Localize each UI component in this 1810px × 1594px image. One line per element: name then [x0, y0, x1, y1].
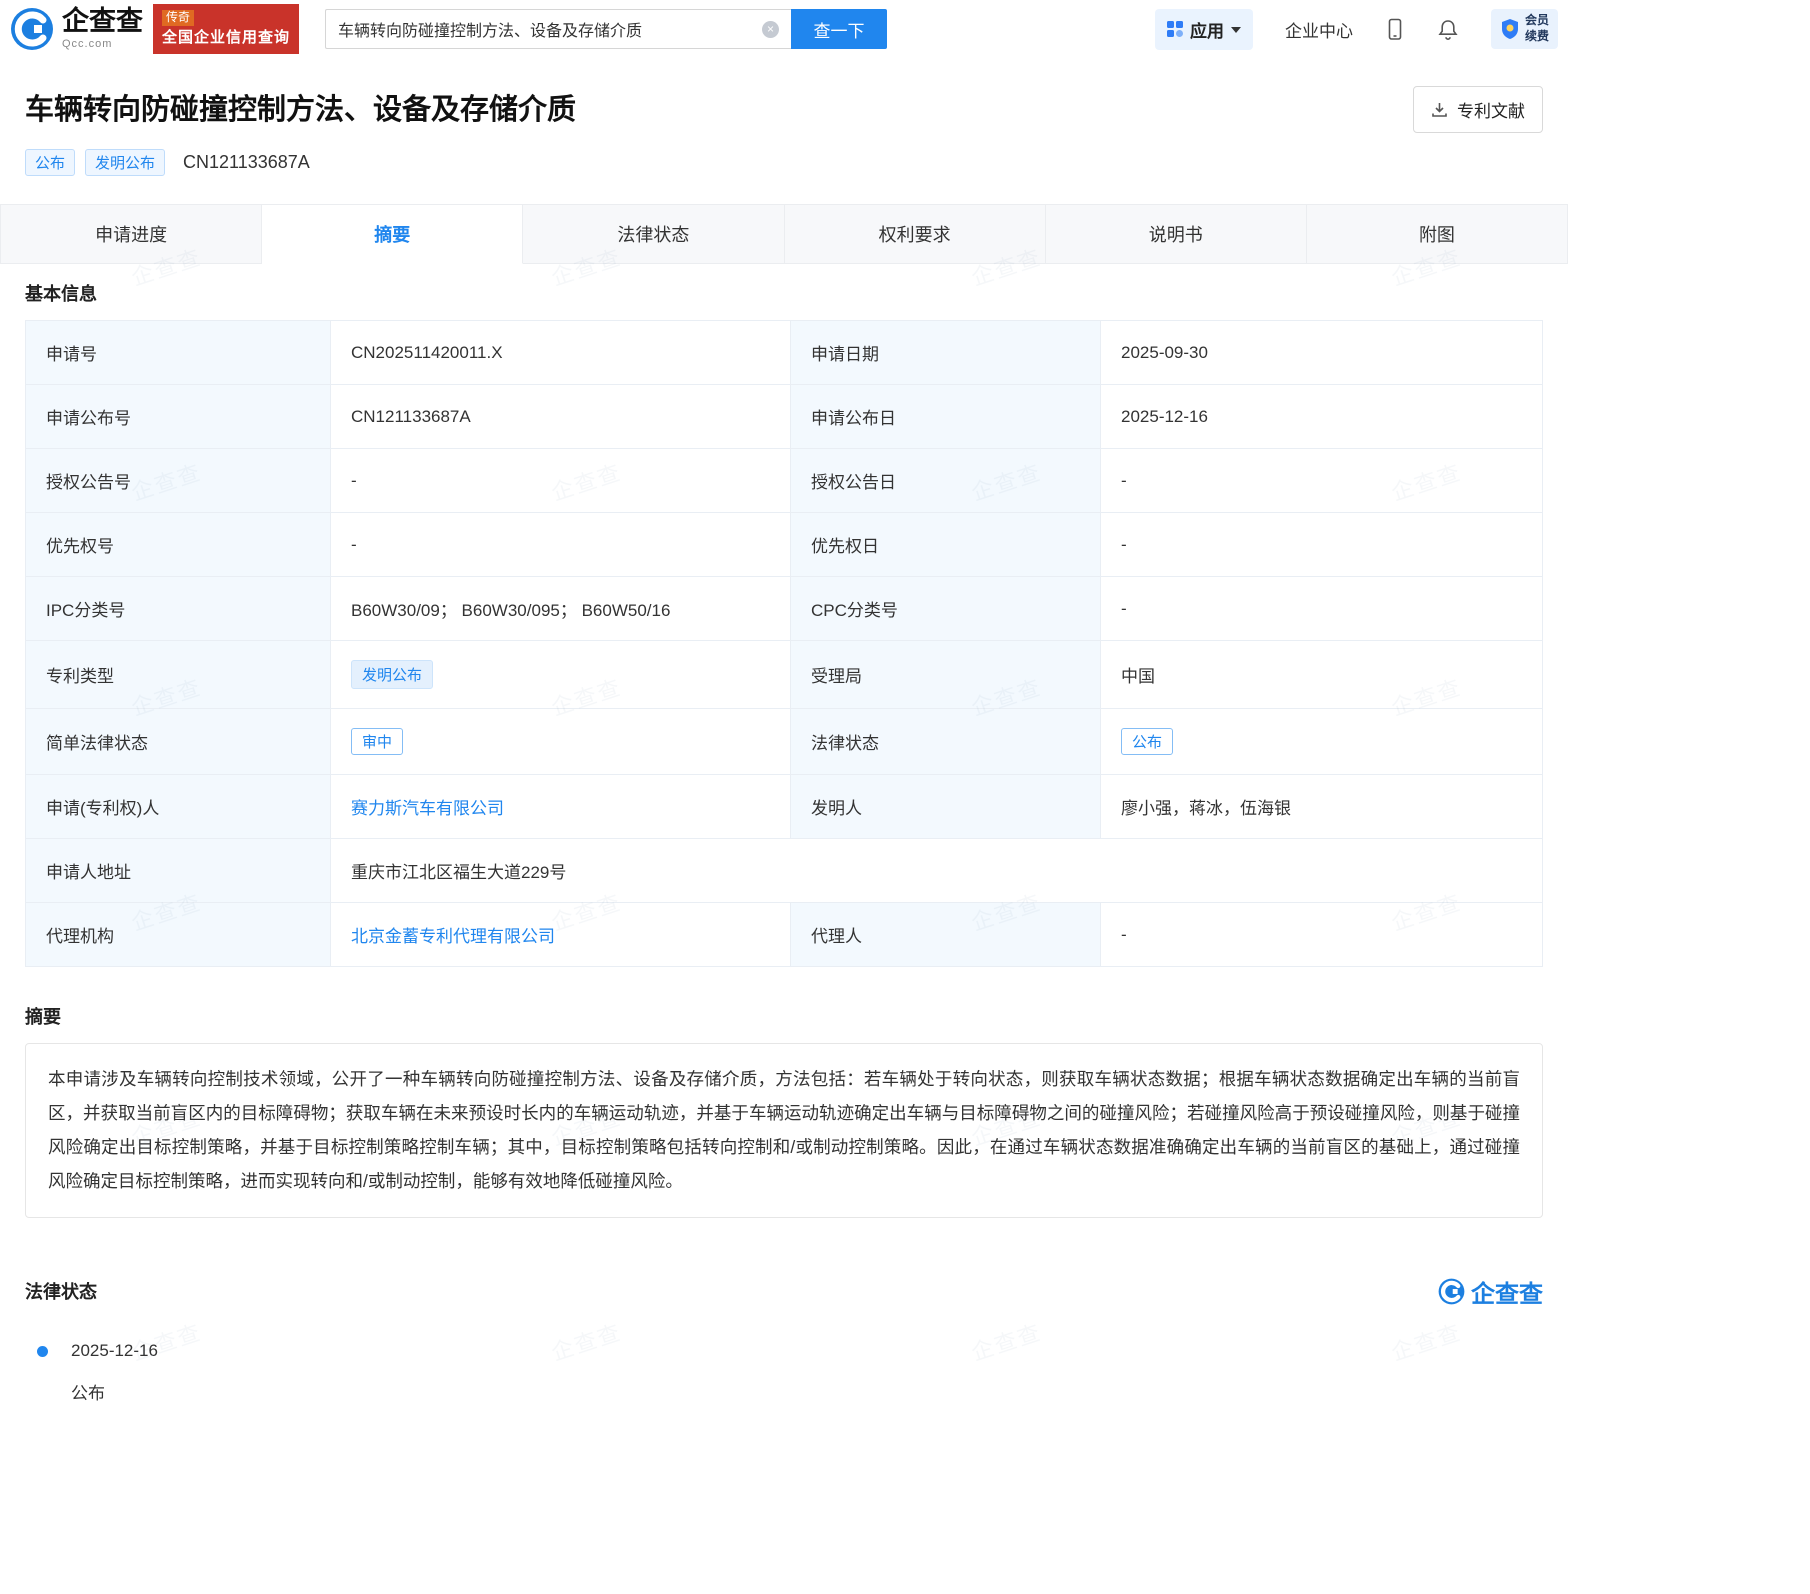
- basic-info-title: 基本信息: [25, 280, 1543, 306]
- legal-status-value: 公布: [71, 1379, 1543, 1404]
- info-value: 2025-12-16: [1101, 385, 1543, 449]
- info-value: 公布: [1101, 709, 1543, 775]
- apps-menu-button[interactable]: 应用: [1155, 9, 1253, 50]
- info-value: 发明公布: [331, 641, 791, 709]
- member-badge-icon: [1500, 18, 1520, 40]
- qcc-logo-icon: [10, 7, 54, 51]
- info-value: CN121133687A: [331, 385, 791, 449]
- legal-status-date: 2025-12-16: [71, 1341, 1543, 1361]
- member-text: 会员 续费: [1525, 13, 1549, 44]
- entity-link[interactable]: 北京金蓄专利代理有限公司: [351, 922, 555, 947]
- info-label: IPC分类号: [26, 577, 331, 641]
- promo-badge[interactable]: 传奇 全国企业信用查询: [153, 4, 299, 53]
- search-input-wrap: ×: [325, 9, 791, 49]
- publish-tag: 公布: [25, 149, 75, 176]
- info-value: 北京金蓄专利代理有限公司: [331, 903, 791, 967]
- caret-down-icon: [1231, 27, 1241, 33]
- notifications-bell-icon[interactable]: [1437, 18, 1459, 40]
- info-label: 专利类型: [26, 641, 331, 709]
- apps-grid-icon: [1167, 21, 1183, 37]
- legal-timeline: 2025-12-16 公布: [37, 1341, 1543, 1404]
- promo-line1: 传奇: [162, 10, 194, 26]
- info-value: 重庆市江北区福生大道229号: [331, 839, 1543, 903]
- info-label: 简单法律状态: [26, 709, 331, 775]
- info-value: -: [1101, 449, 1543, 513]
- info-label: 发明人: [791, 775, 1101, 839]
- info-label: CPC分类号: [791, 577, 1101, 641]
- info-value: B60W30/09； B60W30/095； B60W50/16: [331, 577, 791, 641]
- info-label: 代理人: [791, 903, 1101, 967]
- timeline-dot: [37, 1346, 48, 1357]
- tab-application-progress[interactable]: 申请进度: [1, 205, 262, 264]
- patent-meta-row: 公布 发明公布 CN121133687A: [0, 149, 1568, 176]
- download-label: 专利文献: [1457, 97, 1525, 122]
- info-value: -: [1101, 513, 1543, 577]
- top-header: 企查查 Qcc.com 传奇 全国企业信用查询 × 查一下: [0, 0, 1568, 58]
- legal-status-item: 2025-12-16 公布: [37, 1341, 1543, 1404]
- info-value: -: [1101, 903, 1543, 967]
- info-value: 审中: [331, 709, 791, 775]
- publication-number: CN121133687A: [183, 152, 310, 173]
- apps-label: 应用: [1190, 17, 1224, 42]
- info-label: 优先权日: [791, 513, 1101, 577]
- qcc-brand-text: 企查查: [1471, 1274, 1543, 1309]
- top-nav: 应用 企业中心: [1155, 9, 1558, 50]
- logo-domain: Qcc.com: [62, 38, 143, 50]
- info-label: 申请人地址: [26, 839, 331, 903]
- info-label: 代理机构: [26, 903, 331, 967]
- patent-type-tag: 发明公布: [351, 660, 433, 689]
- status-tag: 审中: [351, 728, 403, 755]
- tab-drawings[interactable]: 附图: [1307, 205, 1567, 264]
- qcc-brand-icon: [1438, 1278, 1465, 1305]
- logo-text: 企查查: [62, 8, 143, 35]
- status-tag: 公布: [1121, 728, 1173, 755]
- info-label: 受理局: [791, 641, 1101, 709]
- member-renewal-button[interactable]: 会员 续费: [1491, 9, 1558, 48]
- info-label: 授权公告日: [791, 449, 1101, 513]
- logo-text-block: 企查查 Qcc.com: [62, 8, 143, 50]
- info-value: -: [1101, 577, 1543, 641]
- page-title: 车辆转向防碰撞控制方法、设备及存储介质: [25, 86, 576, 128]
- abstract-text: 本申请涉及车辆转向控制技术领域，公开了一种车辆转向防碰撞控制方法、设备及存储介质…: [25, 1043, 1543, 1218]
- info-label: 申请号: [26, 321, 331, 385]
- download-icon: [1431, 101, 1448, 118]
- info-label: 申请日期: [791, 321, 1101, 385]
- qcc-logo[interactable]: 企查查 Qcc.com: [10, 7, 143, 51]
- info-label: 申请(专利权)人: [26, 775, 331, 839]
- entity-link[interactable]: 赛力斯汽车有限公司: [351, 794, 504, 819]
- info-label: 申请公布日: [791, 385, 1101, 449]
- mobile-app-icon[interactable]: [1385, 18, 1405, 41]
- tab-legal-status[interactable]: 法律状态: [523, 205, 784, 264]
- info-value: CN202511420011.X: [331, 321, 791, 385]
- tabs: 申请进度摘要法律状态权利要求说明书附图: [0, 204, 1568, 264]
- enterprise-center-link[interactable]: 企业中心: [1285, 17, 1353, 42]
- info-value: -: [331, 449, 791, 513]
- info-label: 法律状态: [791, 709, 1101, 775]
- search-input[interactable]: [338, 20, 762, 38]
- info-label: 优先权号: [26, 513, 331, 577]
- abstract-title: 摘要: [25, 1003, 1543, 1029]
- info-value: 廖小强，蒋冰，伍海银: [1101, 775, 1543, 839]
- info-value: 赛力斯汽车有限公司: [331, 775, 791, 839]
- tab-description[interactable]: 说明书: [1046, 205, 1307, 264]
- member-line1: 会员: [1525, 13, 1549, 29]
- search-bar: × 查一下: [325, 9, 887, 49]
- qcc-brand-mark: 企查查: [1438, 1274, 1543, 1309]
- info-value: 2025-09-30: [1101, 321, 1543, 385]
- search-button[interactable]: 查一下: [791, 9, 887, 49]
- info-label: 申请公布号: [26, 385, 331, 449]
- tab-abstract[interactable]: 摘要: [262, 205, 523, 264]
- info-value: -: [331, 513, 791, 577]
- invention-publish-tag: 发明公布: [85, 149, 165, 176]
- member-line2: 续费: [1525, 29, 1549, 45]
- info-value: 中国: [1101, 641, 1543, 709]
- basic-info-table: 申请号CN202511420011.X申请日期2025-09-30 申请公布号CN…: [25, 320, 1543, 967]
- promo-line2: 全国企业信用查询: [162, 28, 290, 48]
- tab-claims[interactable]: 权利要求: [785, 205, 1046, 264]
- legal-status-title: 法律状态: [25, 1278, 97, 1304]
- patent-document-download-button[interactable]: 专利文献: [1413, 86, 1543, 133]
- info-label: 授权公告号: [26, 449, 331, 513]
- search-clear-icon[interactable]: ×: [762, 21, 779, 38]
